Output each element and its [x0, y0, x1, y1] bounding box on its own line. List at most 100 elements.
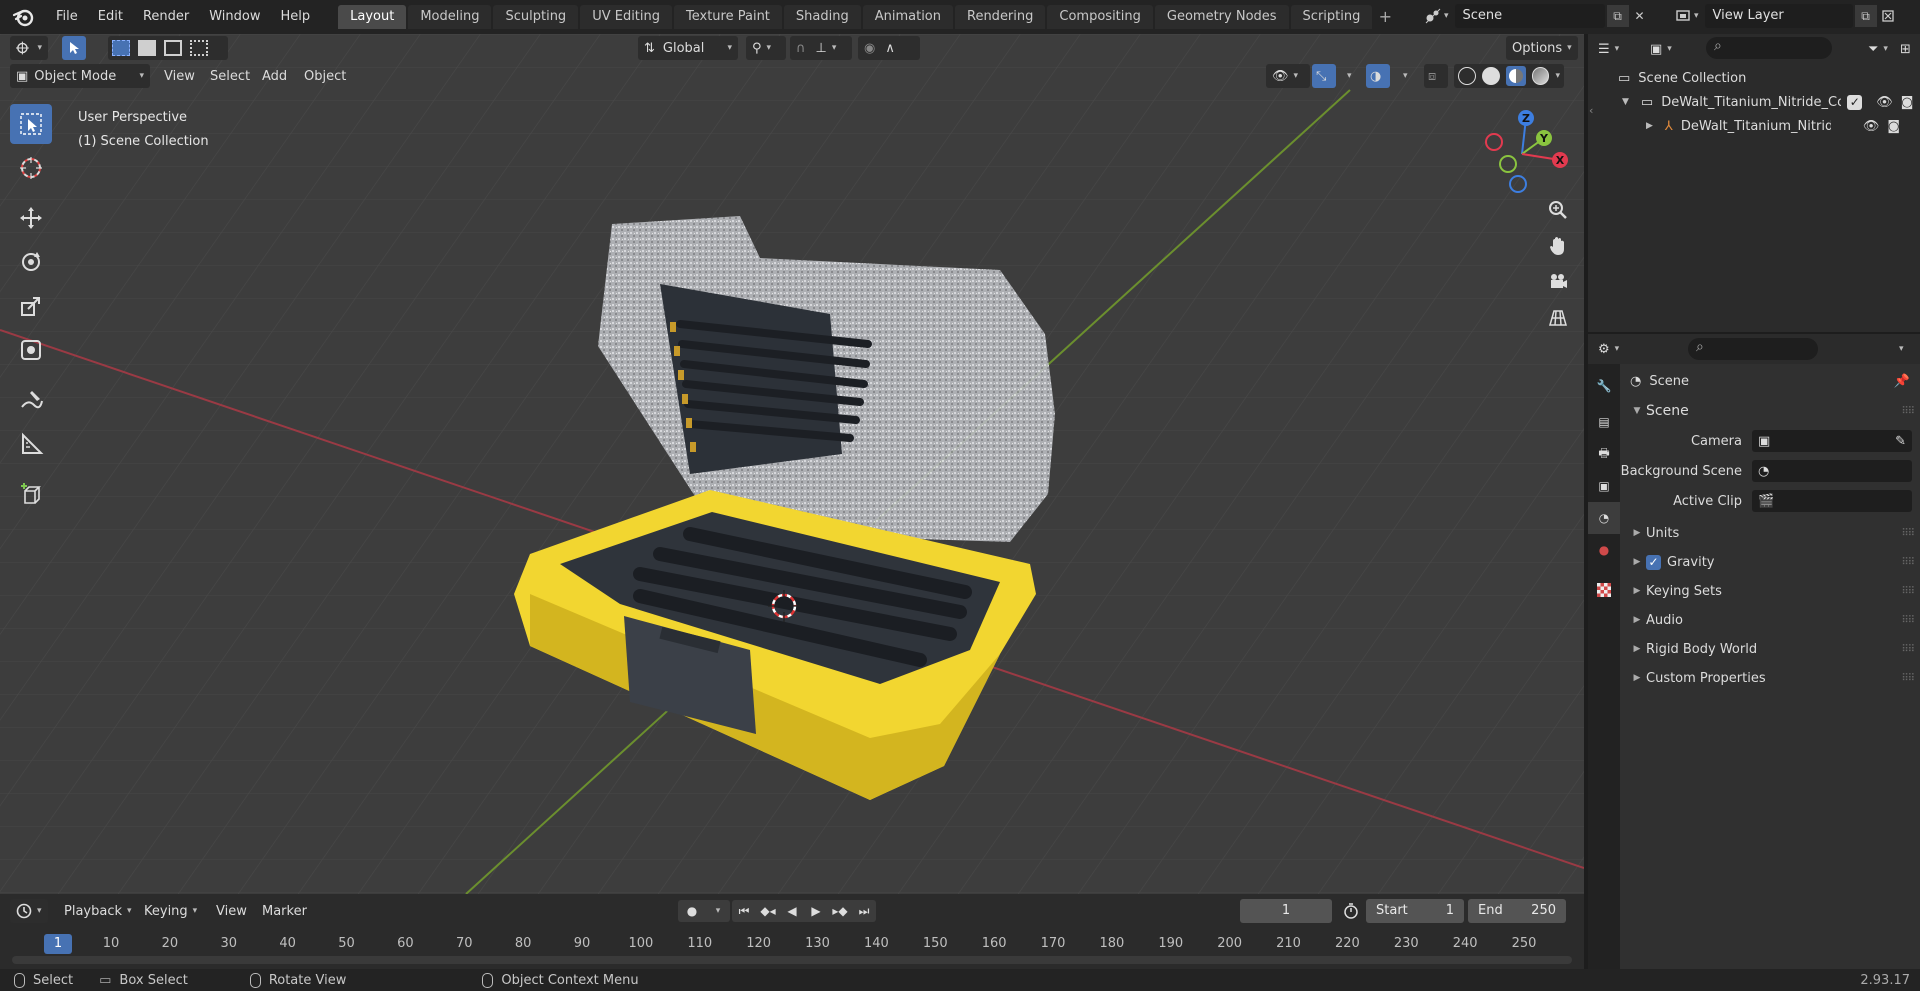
- zoom-view-button[interactable]: [1540, 194, 1576, 226]
- overlay-dropdown[interactable]: ▾: [1392, 64, 1412, 88]
- new-collection-button[interactable]: ⊞: [1894, 37, 1918, 61]
- tab-layout[interactable]: Layout: [338, 5, 407, 29]
- mode-dropdown[interactable]: ▣ Object Mode ▾: [10, 64, 150, 88]
- custom-properties-panel-header[interactable]: ▶ Custom Properties ⠿⠿: [1620, 665, 1920, 691]
- tab-output[interactable]: 🖶: [1588, 438, 1620, 470]
- ortho-toggle-button[interactable]: [1540, 302, 1576, 334]
- outliner-row-collection[interactable]: ▼ ▭ DeWalt_Titanium_Nitride_Coa ✓ 👁 ◙: [1588, 90, 1920, 114]
- delete-scene-icon[interactable]: ✕: [1629, 5, 1651, 27]
- gravity-checkbox[interactable]: ✓: [1646, 554, 1661, 570]
- menu-object[interactable]: Object: [298, 64, 352, 88]
- record-button[interactable]: ●: [678, 900, 706, 922]
- solid-shading-icon[interactable]: [1481, 67, 1500, 85]
- menu-window[interactable]: Window: [199, 0, 270, 34]
- menu-file[interactable]: File: [46, 0, 88, 34]
- outliner-row-object[interactable]: ▶ ⅄ DeWalt_Titanium_Nitride 👁 ◙: [1588, 114, 1920, 138]
- record-options-button[interactable]: ▾: [706, 900, 730, 922]
- tab-geometry-nodes[interactable]: Geometry Nodes: [1154, 5, 1289, 29]
- select-new-icon[interactable]: [112, 40, 130, 56]
- rigid-body-world-panel-header[interactable]: ▶ Rigid Body World ⠿⠿: [1620, 636, 1920, 662]
- drag-grip-icon[interactable]: ⠿⠿: [1901, 673, 1915, 684]
- menu-view[interactable]: View: [158, 64, 201, 88]
- add-cube-tool[interactable]: [10, 474, 52, 514]
- new-scene-icon[interactable]: ⧉: [1606, 5, 1629, 27]
- gizmo-neg-z-axis[interactable]: [1509, 175, 1527, 193]
- prev-keyframe-button[interactable]: ◆◂: [756, 900, 780, 922]
- measure-tool[interactable]: [10, 424, 52, 464]
- visibility-eye-icon[interactable]: 👁: [1863, 119, 1880, 134]
- tab-view-layer[interactable]: ▣: [1588, 470, 1620, 502]
- playhead-frame-indicator[interactable]: 1: [44, 934, 72, 954]
- tab-shading[interactable]: Shading: [783, 5, 861, 29]
- camera-view-button[interactable]: [1540, 266, 1576, 298]
- tab-rendering[interactable]: Rendering: [955, 5, 1046, 29]
- camera-field[interactable]: ▣ ✎: [1752, 430, 1912, 452]
- drag-grip-icon[interactable]: ⠿⠿: [1901, 528, 1915, 539]
- expand-arrow-icon[interactable]: ▼: [1622, 97, 1629, 107]
- gravity-panel-header[interactable]: ▶ ✓ Gravity ⠿⠿: [1620, 549, 1920, 575]
- tab-world[interactable]: ●: [1588, 534, 1620, 566]
- visibility-eye-icon[interactable]: 👁: [1876, 95, 1893, 110]
- scene-panel-header[interactable]: ▼ Scene ⠿⠿: [1620, 398, 1920, 424]
- keying-sets-panel-header[interactable]: ▶ Keying Sets ⠿⠿: [1620, 578, 1920, 604]
- active-clip-field[interactable]: 🎬: [1752, 490, 1912, 512]
- play-reverse-button[interactable]: ◀: [780, 900, 804, 922]
- options-dropdown[interactable]: Options ▾: [1506, 36, 1578, 60]
- units-panel-header[interactable]: ▶ Units ⠿⠿: [1620, 520, 1920, 546]
- background-scene-field[interactable]: ◔: [1752, 460, 1912, 482]
- annotate-tool[interactable]: [10, 380, 52, 420]
- pivot-point-dropdown[interactable]: ⚲ ▾: [746, 36, 786, 60]
- play-button[interactable]: ▶: [804, 900, 828, 922]
- wireframe-shading-icon[interactable]: [1458, 67, 1476, 85]
- menu-help[interactable]: Help: [271, 0, 321, 34]
- view-layer-icon[interactable]: [1672, 5, 1694, 27]
- properties-editor-type-button[interactable]: ⚙ ▾: [1592, 337, 1632, 361]
- playback-menu[interactable]: Playback ▾: [58, 899, 138, 923]
- render-camera-icon[interactable]: ◙: [1887, 119, 1900, 134]
- timeline-editor-type-button[interactable]: ▾: [10, 899, 48, 923]
- scene-name-field[interactable]: Scene: [1454, 4, 1605, 28]
- filter-dropdown[interactable]: ⏷ ▾: [1862, 37, 1896, 61]
- gizmo-dropdown[interactable]: ▾: [1336, 64, 1356, 88]
- select-extend-icon[interactable]: [138, 40, 156, 56]
- tab-animation[interactable]: Animation: [862, 5, 953, 29]
- select-tool-mode-button[interactable]: [62, 36, 86, 60]
- navigation-gizmo[interactable]: Z Y X: [1476, 104, 1568, 196]
- audio-panel-header[interactable]: ▶ Audio ⠿⠿: [1620, 607, 1920, 633]
- drag-grip-icon[interactable]: ⠿⠿: [1901, 586, 1915, 597]
- drag-grip-icon[interactable]: ⠿⠿: [1901, 615, 1915, 626]
- scale-tool[interactable]: [10, 286, 52, 326]
- outliner-row-scene-collection[interactable]: ▭ Scene Collection: [1588, 66, 1920, 90]
- properties-options-dropdown[interactable]: ▾: [1888, 337, 1912, 361]
- delete-view-layer-icon[interactable]: [1877, 5, 1899, 27]
- pan-view-button[interactable]: [1540, 230, 1576, 262]
- current-frame-field[interactable]: 1: [1240, 899, 1332, 923]
- new-view-layer-icon[interactable]: ⧉: [1854, 5, 1877, 27]
- gizmo-toggle[interactable]: ⤡: [1312, 64, 1336, 88]
- tab-uv-editing[interactable]: UV Editing: [580, 5, 673, 29]
- tab-render[interactable]: ▤: [1588, 406, 1620, 438]
- next-keyframe-button[interactable]: ▸◆: [828, 900, 852, 922]
- select-subtract-icon[interactable]: [164, 40, 182, 56]
- rotate-tool[interactable]: [10, 242, 52, 282]
- drag-grip-icon[interactable]: ⠿⠿: [1901, 406, 1915, 417]
- tab-tool[interactable]: 🔧: [1588, 370, 1620, 402]
- select-intersect-icon[interactable]: [190, 40, 208, 56]
- select-box-tool[interactable]: [10, 104, 52, 144]
- material-shading-icon[interactable]: [1505, 66, 1526, 86]
- gizmo-neg-y-axis[interactable]: [1499, 155, 1517, 173]
- eyedropper-icon[interactable]: ✎: [1895, 434, 1906, 449]
- menu-select[interactable]: Select: [204, 64, 256, 88]
- tab-texture[interactable]: [1588, 574, 1620, 606]
- timeline-view-menu[interactable]: View: [210, 899, 253, 923]
- timeline-scrollbar[interactable]: [12, 956, 1572, 964]
- rendered-shading-icon[interactable]: [1531, 67, 1550, 85]
- end-frame-field[interactable]: End 250: [1468, 899, 1566, 923]
- outliner-search-input[interactable]: ⌕: [1706, 37, 1832, 59]
- marker-menu[interactable]: Marker: [256, 899, 313, 923]
- tab-texture-paint[interactable]: Texture Paint: [674, 5, 782, 29]
- tab-scripting[interactable]: Scripting: [1290, 5, 1373, 29]
- pin-icon[interactable]: 📌: [1894, 374, 1910, 389]
- blender-logo-icon[interactable]: [12, 5, 36, 29]
- menu-render[interactable]: Render: [133, 0, 199, 34]
